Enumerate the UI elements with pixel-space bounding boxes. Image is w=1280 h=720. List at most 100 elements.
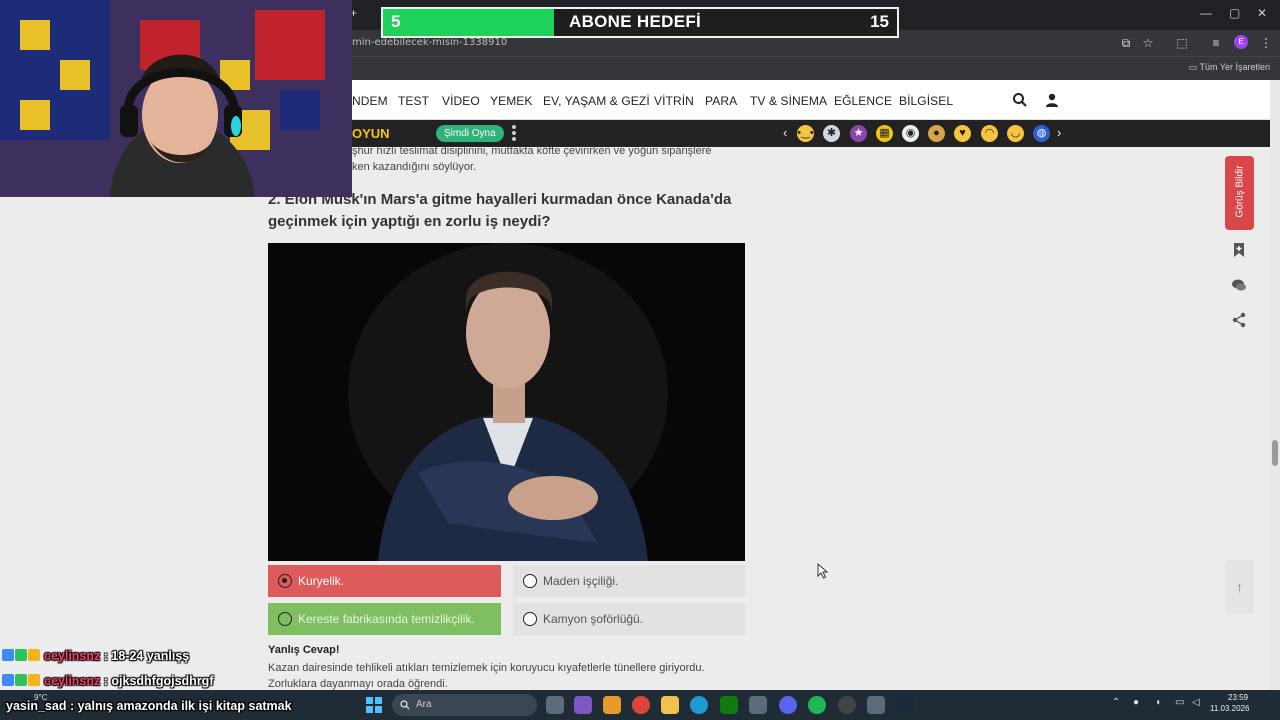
edge-icon[interactable] — [690, 696, 708, 714]
maximize-button[interactable]: ▢ — [1229, 6, 1240, 20]
radio-icon — [278, 612, 292, 626]
play-now-button[interactable]: Şimdi Oyna — [436, 125, 504, 142]
store-icon[interactable] — [749, 696, 767, 714]
search-icon[interactable] — [1012, 92, 1028, 108]
file-explorer-icon[interactable] — [661, 696, 679, 714]
result-title: Yanlış Cevap! — [268, 644, 340, 656]
answer-option-a[interactable]: Kuryelik. — [268, 565, 501, 597]
feedback-label: Görüş Bildir — [1234, 165, 1246, 218]
discord-icon[interactable] — [779, 696, 797, 714]
answer-label: Maden işçiliği. — [543, 574, 619, 588]
menu-icon[interactable]: ⋮ — [1258, 35, 1274, 51]
answer-label: Kamyon şoförlüğü. — [543, 612, 644, 626]
chat-username: ceylinsnz — [44, 649, 101, 663]
answer-option-d[interactable]: Kamyon şoförlüğü. — [513, 603, 745, 635]
answer-label: Kereste fabrikasında temizlikçilik. — [298, 612, 475, 626]
bookmark-star-icon[interactable]: ☆ — [1140, 35, 1156, 51]
scroll-to-top-button[interactable]: ↑ — [1225, 560, 1254, 614]
previous-text-line: ken kazandığını söylüyor. — [352, 161, 477, 173]
nav-bilgisel[interactable]: BİLGİSEL — [899, 94, 953, 108]
answer-label: Kuryelik. — [298, 574, 345, 588]
result-explanation: Kazan dairesinde tehlikeli atıkları temi… — [268, 660, 738, 692]
streamer-webcam — [0, 0, 352, 197]
url-text[interactable]: min-edebilecek-misin-1338910 — [352, 37, 507, 48]
scrollbar-thumb[interactable] — [1272, 440, 1278, 466]
more-icon[interactable] — [512, 125, 517, 143]
cast-icon[interactable]: ⧉ — [1118, 35, 1134, 51]
answer-option-c[interactable]: Kereste fabrikasında temizlikçilik. — [268, 603, 501, 635]
nav-gundem[interactable]: NDEM — [352, 94, 388, 108]
volume-icon[interactable]: ◁ — [1192, 697, 1200, 708]
folder-icon: ▭ — [1188, 62, 1200, 72]
answer-option-b[interactable]: Maden işçiliği. — [513, 565, 745, 597]
task-view-icon[interactable] — [546, 696, 564, 714]
chevron-left-icon[interactable]: ‹ — [783, 125, 787, 140]
radio-icon — [523, 612, 537, 626]
previous-answer-text: şhur hızlı teslimat disiplinini, mutfakt… — [352, 143, 752, 175]
taskbar-search[interactable]: Ara — [392, 694, 537, 716]
result-text-line: Kazan dairesinde tehlikeli atıkları temi… — [268, 662, 705, 674]
subscriber-goal-bar: 5 ABONE HEDEFİ 15 — [381, 7, 899, 38]
user-icon[interactable] — [1044, 92, 1060, 108]
page-scrollbar[interactable] — [1270, 80, 1280, 690]
clock-date[interactable]: 11.03.2026 — [1210, 704, 1249, 713]
chat-message: ceylinsnz : ojksdhfgojsdhrgf — [2, 674, 213, 689]
bookmark-add-icon[interactable] — [1231, 242, 1247, 258]
app-icon[interactable] — [574, 696, 592, 714]
share-icon[interactable] — [1231, 312, 1247, 328]
xbox-icon[interactable] — [720, 696, 738, 714]
microphone-icon[interactable]: ◖ — [1155, 697, 1161, 708]
game-bar-title[interactable]: OYUN — [352, 126, 390, 141]
all-bookmarks-label: Tüm Yer İşaretleri — [1199, 62, 1270, 72]
media-icon[interactable]: ≡ — [1208, 35, 1224, 51]
tray-chevron-icon[interactable]: ⌃ — [1112, 697, 1120, 708]
nav-yemek[interactable]: YEMEK — [490, 94, 533, 108]
nav-ev-yasam-gezi[interactable]: EV, YAŞAM & GEZİ — [543, 94, 650, 108]
chat-badges — [2, 674, 41, 689]
chrome-icon[interactable] — [632, 696, 650, 714]
game-6-icon[interactable]: ● — [928, 125, 945, 142]
comments-icon[interactable] — [1231, 277, 1247, 293]
feedback-button[interactable]: Görüş Bildir — [1225, 156, 1254, 230]
subscriber-goal-current: 5 — [391, 12, 401, 31]
chat-badges — [2, 649, 41, 664]
nav-para[interactable]: PARA — [705, 94, 737, 108]
profile-avatar[interactable]: E — [1234, 35, 1248, 49]
basketball-icon[interactable]: ✱ — [823, 125, 840, 142]
spotify-icon[interactable] — [808, 696, 826, 714]
game-4-icon[interactable]: ▦ — [876, 125, 893, 142]
previous-text-line: şhur hızlı teslimat disiplinini, mutfakt… — [352, 145, 712, 157]
nav-vitrin[interactable]: VİTRİN — [654, 94, 694, 108]
question-photo — [268, 243, 745, 561]
nav-test[interactable]: TEST — [398, 94, 429, 108]
smile-icon[interactable]: ◡ — [1007, 125, 1024, 142]
chat-username: yasin_sad — [6, 699, 67, 713]
game-3-icon[interactable]: ★ — [850, 125, 867, 142]
copilot-icon[interactable] — [603, 696, 621, 714]
tray-app-icon[interactable]: ● — [1133, 697, 1139, 708]
chat-message: yasin_sad : yalnış amazonda ilk işi kita… — [6, 699, 292, 713]
nav-eglence[interactable]: EĞLENCE — [834, 94, 892, 108]
obs-icon[interactable] — [838, 696, 856, 714]
clock-time[interactable]: 23:59 — [1228, 693, 1248, 702]
close-window-button[interactable]: ✕ — [1257, 6, 1267, 20]
heart-eyes-icon[interactable]: ♥ — [954, 125, 971, 142]
minimize-button[interactable]: — — [1200, 6, 1212, 20]
chevron-right-icon[interactable]: › — [1057, 125, 1061, 140]
taskbar-search-label: Ara — [416, 699, 432, 710]
app-icon[interactable] — [867, 696, 885, 714]
windows-start-icon[interactable] — [366, 697, 382, 713]
extensions-icon[interactable]: ⬚ — [1174, 35, 1190, 51]
chat-text: : 18-24 yanlışş — [103, 649, 190, 663]
globe-icon[interactable]: ◍ — [1033, 125, 1050, 142]
sad-icon[interactable]: ◠ — [981, 125, 998, 142]
chat-text: : ojksdhfgojsdhrgf — [103, 674, 214, 688]
steam-icon[interactable] — [896, 696, 914, 714]
nav-tv-sinema[interactable]: TV & SİNEMA — [750, 94, 827, 108]
radio-selected-icon — [278, 574, 292, 588]
emoji-1-icon[interactable]: •‿• — [797, 125, 814, 142]
nav-video[interactable]: VİDEO — [442, 94, 480, 108]
all-bookmarks-link[interactable]: ▭ Tüm Yer İşaretleri — [1189, 62, 1270, 73]
network-icon[interactable]: ▭ — [1175, 697, 1184, 708]
gamepad-icon[interactable]: ◉ — [902, 125, 919, 142]
